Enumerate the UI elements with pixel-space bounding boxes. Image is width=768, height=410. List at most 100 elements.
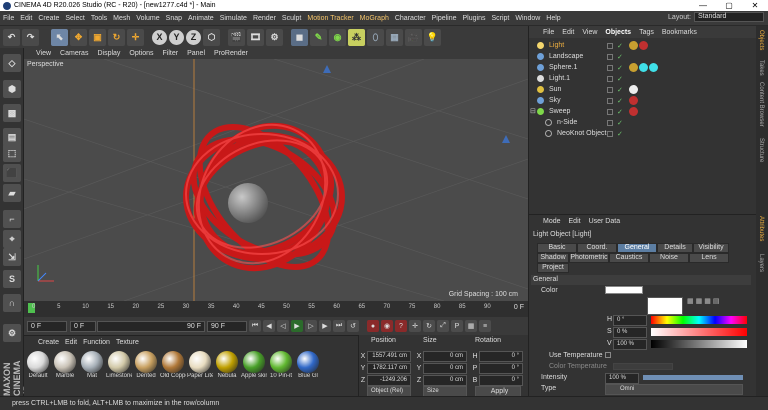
play-icon[interactable]: ▶ [291, 320, 303, 332]
camera-icon[interactable]: 🎥 [405, 28, 422, 46]
polygons-mode-icon[interactable]: ▰ [3, 184, 21, 202]
menu-pipeline[interactable]: Pipeline [429, 15, 460, 22]
rotate-icon[interactable]: ↻ [108, 28, 125, 46]
menu-character[interactable]: Character [392, 15, 429, 22]
enabled-check-icon[interactable]: ✓ [617, 42, 623, 50]
size-x-field[interactable]: 0 cm [423, 351, 467, 362]
tag-icon[interactable] [629, 63, 638, 72]
menu-plugins[interactable]: Plugins [460, 15, 489, 22]
key-scale-icon[interactable]: ⤢ [437, 320, 449, 332]
preview-range-slider[interactable]: 90 F [97, 320, 205, 332]
next-key-icon[interactable]: ▶ [319, 320, 331, 332]
material-swatch[interactable]: Old Copper [160, 351, 186, 379]
enabled-check-icon[interactable]: ✓ [617, 64, 623, 72]
enabled-check-icon[interactable]: ✓ [617, 86, 623, 94]
menu-sculpt[interactable]: Sculpt [279, 15, 304, 22]
tab-details[interactable]: Details [657, 243, 693, 253]
model-mode-icon[interactable]: ⬢ [3, 80, 21, 98]
material-swatch[interactable]: Apple skin [241, 351, 267, 379]
intensity-field[interactable]: 100 % [605, 373, 639, 384]
enabled-check-icon[interactable]: ✓ [617, 75, 623, 83]
attr-menu-mode[interactable]: Mode [543, 218, 561, 225]
saturation-slider[interactable] [651, 328, 747, 336]
expand-icon[interactable]: ⊟ [530, 107, 536, 115]
tab-layers[interactable]: Layers [758, 254, 764, 272]
object-row-nside[interactable]: n-Side ✓ [529, 117, 757, 128]
object-row-sun[interactable]: Sun ✓ [529, 84, 757, 95]
hue-slider[interactable] [651, 316, 747, 324]
visibility-toggle[interactable] [607, 130, 613, 137]
key-rotation-icon[interactable]: ↻ [423, 320, 435, 332]
edges-mode-icon[interactable]: ⬛ [3, 164, 21, 182]
mat-menu-function[interactable]: Function [83, 339, 110, 346]
position-y-field[interactable]: 1782.117 cm [367, 363, 411, 374]
record-keys-icon[interactable]: ● [367, 320, 379, 332]
prev-frame-icon[interactable]: ◁ [277, 320, 289, 332]
material-swatch[interactable]: Paper Lite [187, 351, 213, 379]
points-mode-icon[interactable]: ⬚ [3, 144, 21, 162]
tag-icon[interactable] [629, 85, 638, 94]
tab-coord[interactable]: Coord. [577, 243, 617, 253]
mat-menu-texture[interactable]: Texture [116, 339, 139, 346]
timeline-menu-icon[interactable]: ≡ [479, 320, 491, 332]
render-picture-viewer-icon[interactable]: 🎞 [247, 28, 264, 46]
floor-icon[interactable]: ▦ [386, 28, 403, 46]
visibility-toggle[interactable] [607, 86, 613, 93]
color-mode-icons[interactable]: ▦▦▦▤ [687, 297, 743, 306]
redo-icon[interactable]: ↷ [22, 28, 39, 46]
vp-menu-display[interactable]: Display [97, 50, 120, 57]
loop-icon[interactable]: ↺ [347, 320, 359, 332]
coordinate-system-icon[interactable]: ⬡ [203, 28, 220, 46]
render-view-icon[interactable]: 🎬 [228, 28, 245, 46]
position-x-field[interactable]: 1557.491 cm [367, 351, 411, 362]
rotation-h-field[interactable]: 0 ° [479, 351, 523, 362]
tab-project[interactable]: Project [537, 263, 569, 273]
enabled-check-icon[interactable]: ✓ [617, 130, 623, 138]
vp-menu-cameras[interactable]: Cameras [60, 50, 88, 57]
end-frame-field[interactable]: 90 F [207, 320, 247, 332]
object-row-light1[interactable]: Light.1 ✓ [529, 73, 757, 84]
visibility-toggle[interactable] [607, 42, 613, 49]
attr-menu-edit[interactable]: Edit [569, 218, 581, 225]
deformer-icon[interactable]: ⬯ [367, 28, 384, 46]
tab-content-browser[interactable]: Content Browser [758, 82, 764, 127]
snap-icon[interactable]: S [3, 270, 21, 288]
key-param-icon[interactable]: P [451, 320, 463, 332]
obj-menu-view[interactable]: View [582, 29, 597, 36]
close-button[interactable]: ✕ [742, 0, 768, 11]
texture-mode-icon[interactable]: ▩ [3, 104, 21, 122]
visibility-toggle[interactable] [607, 108, 613, 115]
keyframe-selection-icon[interactable]: ? [395, 320, 407, 332]
tag-icon[interactable] [629, 96, 638, 105]
tweak-mode-icon[interactable]: ⌖ [3, 230, 21, 248]
obj-menu-file[interactable]: File [543, 29, 554, 36]
position-z-field[interactable]: -1249.206 cm [367, 375, 411, 392]
use-temperature-checkbox[interactable] [605, 352, 611, 358]
next-frame-icon[interactable]: ▷ [305, 320, 317, 332]
light-icon[interactable]: 💡 [424, 28, 441, 46]
saturation-field[interactable]: 0 % [613, 327, 647, 338]
key-position-icon[interactable]: ✛ [409, 320, 421, 332]
menu-help[interactable]: Help [543, 15, 563, 22]
color-swatch[interactable] [605, 286, 643, 294]
vp-menu-options[interactable]: Options [129, 50, 153, 57]
move-icon[interactable]: ✥ [70, 28, 87, 46]
menu-file[interactable]: File [0, 15, 17, 22]
value-field[interactable]: 100 % [613, 339, 647, 350]
visibility-toggle[interactable] [607, 53, 613, 60]
tab-visibility[interactable]: Visibility [693, 243, 729, 253]
material-swatch[interactable]: Nebula [215, 351, 239, 379]
maximize-button[interactable]: ▢ [716, 0, 742, 11]
menu-script[interactable]: Script [488, 15, 512, 22]
lock-workplane-icon[interactable]: ⚙ [3, 324, 21, 342]
type-select[interactable]: Omni [605, 384, 743, 395]
material-swatch[interactable]: Mat [80, 351, 104, 379]
material-swatch[interactable]: Limestone [106, 351, 132, 379]
pen-icon[interactable]: ✎ [310, 28, 327, 46]
tag-icon[interactable] [629, 41, 638, 50]
menu-select[interactable]: Select [62, 15, 87, 22]
tab-basic[interactable]: Basic [537, 243, 577, 253]
material-swatch[interactable]: Marble [53, 351, 77, 379]
live-selection-icon[interactable]: ⬉ [51, 28, 68, 46]
vp-menu-filter[interactable]: Filter [163, 50, 179, 57]
